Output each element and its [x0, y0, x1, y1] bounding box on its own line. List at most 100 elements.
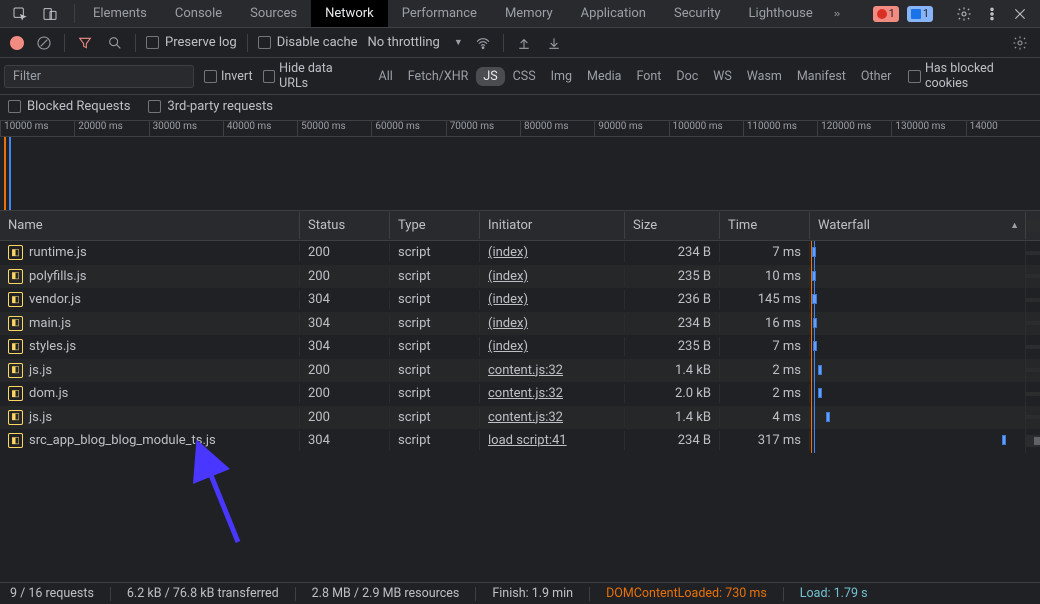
filter-type-manifest[interactable]: Manifest: [790, 67, 853, 86]
throttling-select[interactable]: No throttling▼: [368, 35, 463, 50]
initiator-link[interactable]: (index): [488, 339, 528, 354]
filter-type-wasm[interactable]: Wasm: [740, 67, 789, 86]
col-name[interactable]: Name: [0, 212, 300, 239]
row-scroll[interactable]: [1026, 345, 1040, 349]
tab-application[interactable]: Application: [567, 0, 660, 27]
filter-type-doc[interactable]: Doc: [669, 67, 705, 86]
initiator-link[interactable]: content.js:32: [488, 386, 563, 401]
error-badge[interactable]: 1: [873, 6, 899, 22]
timeline-load-marker: [9, 137, 11, 210]
cell-waterfall: [810, 335, 1026, 359]
tab-network[interactable]: Network: [311, 0, 388, 27]
row-scroll[interactable]: [1026, 274, 1040, 278]
close-icon[interactable]: [1010, 4, 1030, 24]
js-file-icon: ◧: [8, 269, 23, 284]
import-har-icon[interactable]: [514, 33, 534, 53]
row-scroll[interactable]: [1026, 368, 1040, 372]
tab-security[interactable]: Security: [660, 0, 735, 27]
filter-type-other[interactable]: Other: [854, 67, 898, 86]
table-row[interactable]: ◧vendor.js304script(index)236 B145 ms: [0, 288, 1040, 312]
third-party-checkbox[interactable]: 3rd-party requests: [148, 99, 273, 114]
hide-data-urls-checkbox[interactable]: Hide data URLs: [263, 61, 362, 91]
row-scroll[interactable]: [1026, 321, 1040, 325]
cell-waterfall: [810, 241, 1026, 265]
disable-cache-checkbox[interactable]: Disable cache: [258, 35, 358, 50]
invert-checkbox[interactable]: Invert: [204, 69, 253, 84]
table-scroll-track[interactable]: [1026, 220, 1040, 232]
preserve-log-checkbox[interactable]: Preserve log: [146, 35, 237, 50]
timeline-overview[interactable]: 10000 ms20000 ms30000 ms40000 ms50000 ms…: [0, 121, 1040, 211]
filter-type-img[interactable]: Img: [544, 67, 579, 86]
tab-sources[interactable]: Sources: [236, 0, 311, 27]
network-filter-bar-2: Blocked Requests 3rd-party requests: [0, 95, 1040, 121]
filter-type-ws[interactable]: WS: [706, 67, 739, 86]
initiator-link[interactable]: (index): [488, 269, 528, 284]
table-row[interactable]: ◧src_app_blog_blog_module_ts.js304script…: [0, 429, 1040, 453]
initiator-link[interactable]: content.js:32: [488, 410, 563, 425]
inspect-icon[interactable]: [10, 4, 30, 24]
initiator-link[interactable]: content.js:32: [488, 363, 563, 378]
cell-time: 7 ms: [720, 337, 810, 356]
initiator-link[interactable]: (index): [488, 245, 528, 260]
row-scroll[interactable]: [1026, 251, 1040, 255]
row-scroll[interactable]: [1026, 435, 1040, 447]
tab-elements[interactable]: Elements: [79, 0, 161, 27]
cell-size: 2.0 kB: [625, 384, 720, 403]
device-toolbar-icon[interactable]: [40, 4, 60, 24]
col-status[interactable]: Status: [300, 212, 390, 239]
filter-icon[interactable]: [75, 33, 95, 53]
search-icon[interactable]: [105, 33, 125, 53]
filter-type-media[interactable]: Media: [580, 67, 628, 86]
cell-name: ◧js.js: [0, 408, 300, 427]
kebab-menu-icon[interactable]: [982, 4, 1002, 24]
panel-settings-icon[interactable]: [1010, 33, 1030, 53]
row-scroll[interactable]: [1026, 392, 1040, 396]
cell-initiator: (index): [480, 314, 625, 333]
settings-icon[interactable]: [954, 4, 974, 24]
filter-type-all[interactable]: All: [372, 67, 400, 86]
more-tabs-icon[interactable]: [827, 4, 847, 24]
table-row[interactable]: ◧js.js200scriptcontent.js:321.4 kB2 ms: [0, 359, 1040, 383]
export-har-icon[interactable]: [544, 33, 564, 53]
blocked-requests-checkbox[interactable]: Blocked Requests: [8, 99, 130, 114]
cell-name: ◧styles.js: [0, 337, 300, 356]
status-load: Load: 1.79 s: [800, 586, 868, 601]
table-row[interactable]: ◧js.js200scriptcontent.js:321.4 kB4 ms: [0, 406, 1040, 430]
has-blocked-cookies-checkbox[interactable]: Has blocked cookies: [908, 61, 1036, 91]
table-row[interactable]: ◧styles.js304script(index)235 B7 ms: [0, 335, 1040, 359]
tab-performance[interactable]: Performance: [388, 0, 491, 27]
col-initiator[interactable]: Initiator: [480, 212, 625, 239]
js-file-icon: ◧: [8, 386, 23, 401]
cell-type: script: [390, 314, 480, 333]
row-scroll[interactable]: [1026, 298, 1040, 302]
table-row[interactable]: ◧dom.js200scriptcontent.js:322.0 kB2 ms: [0, 382, 1040, 406]
col-type[interactable]: Type: [390, 212, 480, 239]
tab-console[interactable]: Console: [161, 0, 236, 27]
network-conditions-icon[interactable]: [473, 33, 493, 53]
timeline-tick: 90000 ms: [594, 121, 668, 136]
timeline-tick: 40000 ms: [223, 121, 297, 136]
network-table: Name Status Type Initiator Size Time Wat…: [0, 211, 1040, 541]
filter-type-font[interactable]: Font: [629, 67, 668, 86]
col-size[interactable]: Size: [625, 212, 720, 239]
filter-input[interactable]: Filter: [4, 65, 194, 88]
table-row[interactable]: ◧polyfills.js200script(index)235 B10 ms: [0, 265, 1040, 289]
filter-type-css[interactable]: CSS: [506, 67, 543, 86]
tab-memory[interactable]: Memory: [491, 0, 567, 27]
filter-type-fetch-xhr[interactable]: Fetch/XHR: [401, 67, 476, 86]
table-row[interactable]: ◧main.js304script(index)234 B16 ms: [0, 312, 1040, 336]
col-waterfall[interactable]: Waterfall▲: [810, 212, 1026, 239]
record-button[interactable]: [10, 36, 24, 50]
table-row[interactable]: ◧runtime.js200script(index)234 B7 ms: [0, 241, 1040, 265]
col-time[interactable]: Time: [720, 212, 810, 239]
cell-time: 16 ms: [720, 314, 810, 333]
initiator-link[interactable]: load script:41: [488, 433, 567, 448]
initiator-link[interactable]: (index): [488, 292, 528, 307]
tab-lighthouse[interactable]: Lighthouse: [735, 0, 827, 27]
filter-type-js[interactable]: JS: [476, 67, 504, 86]
initiator-link[interactable]: (index): [488, 316, 528, 331]
row-scroll[interactable]: [1026, 415, 1040, 419]
issue-badge[interactable]: 1: [907, 6, 933, 22]
cell-status: 200: [300, 243, 390, 262]
clear-icon[interactable]: [34, 33, 54, 53]
